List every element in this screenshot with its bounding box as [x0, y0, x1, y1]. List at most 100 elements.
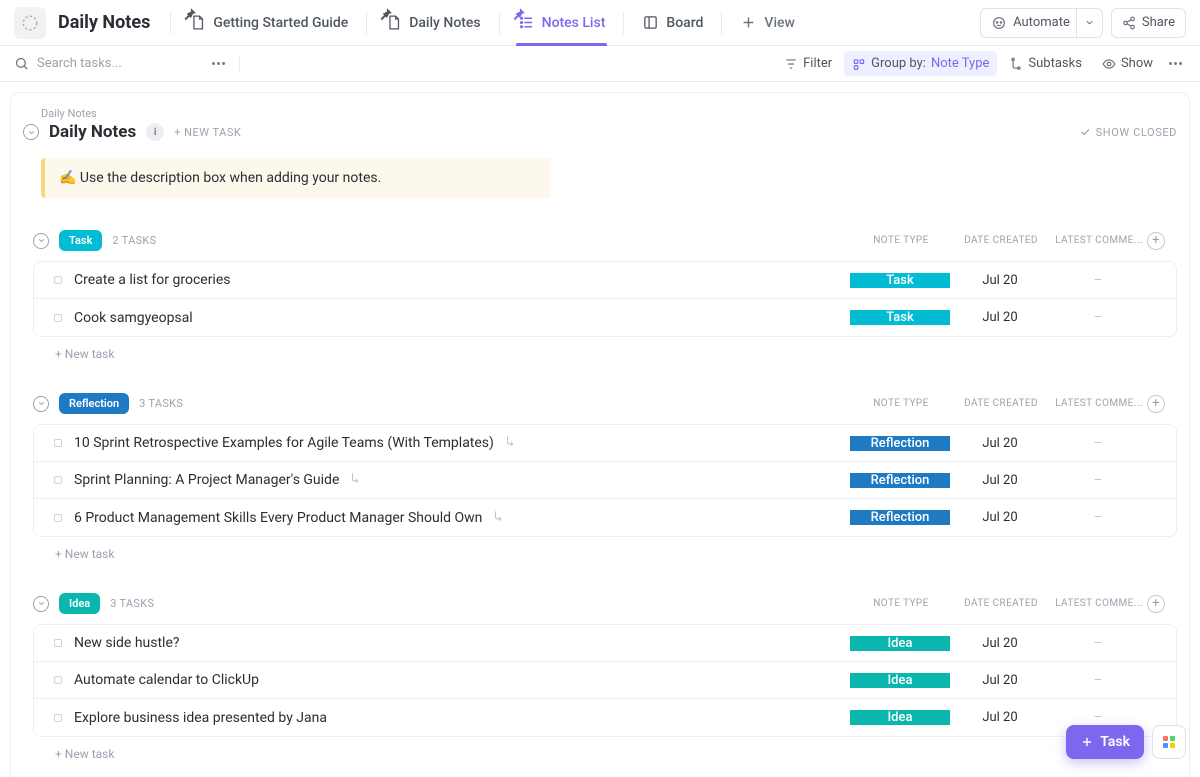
new-task-row-button[interactable]: + New task — [33, 337, 1177, 361]
collapse-group-icon[interactable] — [33, 233, 49, 249]
group-tag-reflection[interactable]: Reflection — [59, 393, 129, 414]
column-header-note-type[interactable]: NOTE TYPE — [851, 598, 951, 609]
task-title: Cook samgyeopsal — [74, 310, 850, 326]
column-header-latest-comment[interactable]: LATEST COMME... — [1051, 235, 1147, 246]
status-icon[interactable] — [54, 476, 62, 484]
board-icon — [642, 14, 659, 31]
workspace-icon[interactable] — [14, 7, 46, 39]
automate-label: Automate — [1013, 15, 1070, 30]
column-header-note-type[interactable]: NOTE TYPE — [851, 235, 951, 246]
date-created-cell: Jul 20 — [950, 310, 1050, 325]
task-title: Automate calendar to ClickUp — [74, 672, 850, 688]
status-icon[interactable] — [54, 639, 62, 647]
task-title: Sprint Planning: A Project Manager's Gui… — [74, 471, 850, 489]
tab-board[interactable]: Board — [630, 0, 715, 46]
column-header-date-created[interactable]: DATE CREATED — [951, 398, 1051, 409]
subtask-icon — [492, 509, 506, 527]
add-view-label: View — [764, 15, 795, 31]
tab-label: Board — [666, 15, 703, 31]
chevron-down-icon[interactable] — [1076, 9, 1102, 37]
note-type-cell[interactable]: Idea — [850, 673, 950, 688]
column-header-latest-comment[interactable]: LATEST COMME... — [1051, 398, 1147, 409]
note-type-cell[interactable]: Idea — [850, 636, 950, 651]
show-closed-button[interactable]: SHOW CLOSED — [1079, 126, 1177, 139]
date-created-cell: Jul 20 — [950, 436, 1050, 451]
new-task-row-button[interactable]: + New task — [33, 737, 1177, 761]
column-header-date-created[interactable]: DATE CREATED — [951, 598, 1051, 609]
latest-comment-cell: – — [1050, 310, 1146, 325]
tab-getting-started-guide[interactable]: Getting Started Guide — [177, 0, 360, 46]
task-row[interactable]: Cook samgyeopsalTaskJul 20– — [34, 299, 1176, 336]
status-icon[interactable] — [54, 714, 62, 722]
column-header-note-type[interactable]: NOTE TYPE — [851, 398, 951, 409]
new-task-header-button[interactable]: + NEW TASK — [174, 126, 241, 139]
tab-label: Notes List — [542, 15, 606, 31]
task-row[interactable]: New side hustle?IdeaJul 20– — [34, 625, 1176, 662]
tab-notes-list[interactable]: Notes List — [506, 0, 618, 46]
note-type-cell[interactable]: Reflection — [850, 436, 950, 451]
search-more-icon[interactable] — [208, 58, 229, 69]
date-created-cell: Jul 20 — [950, 636, 1050, 651]
note-type-cell[interactable]: Reflection — [850, 510, 950, 525]
group-count: 3 TASKS — [110, 597, 154, 610]
search-placeholder: Search tasks... — [37, 56, 122, 71]
tab-label: Daily Notes — [409, 15, 480, 31]
add-column-button[interactable]: + — [1147, 232, 1165, 250]
task-row[interactable]: 10 Sprint Retrospective Examples for Agi… — [34, 425, 1176, 462]
task-row[interactable]: Automate calendar to ClickUpIdeaJul 20– — [34, 662, 1176, 699]
note-type-cell[interactable]: Task — [850, 273, 950, 288]
apps-button[interactable] — [1152, 725, 1186, 759]
note-type-cell[interactable]: Reflection — [850, 473, 950, 488]
task-row[interactable]: Sprint Planning: A Project Manager's Gui… — [34, 462, 1176, 499]
status-icon[interactable] — [54, 276, 62, 284]
note-type-cell[interactable]: Task — [850, 310, 950, 325]
breadcrumb[interactable]: Daily Notes — [41, 107, 1177, 120]
date-created-cell: Jul 20 — [950, 273, 1050, 288]
task-row[interactable]: 6 Product Management Skills Every Produc… — [34, 499, 1176, 536]
column-header-latest-comment[interactable]: LATEST COMME... — [1051, 598, 1147, 609]
group-count: 3 TASKS — [139, 397, 183, 410]
group-by-button[interactable]: Group by: Note Type — [844, 51, 997, 76]
group-count: 2 TASKS — [112, 234, 156, 247]
automate-button[interactable]: Automate — [980, 8, 1103, 38]
date-created-cell: Jul 20 — [950, 473, 1050, 488]
collapse-group-icon[interactable] — [33, 396, 49, 412]
status-icon[interactable] — [54, 676, 62, 684]
toolbar-more-icon[interactable] — [1165, 58, 1186, 69]
tab-label: Getting Started Guide — [213, 15, 348, 31]
info-icon[interactable]: i — [146, 123, 164, 141]
status-icon[interactable] — [54, 514, 62, 522]
add-view-button[interactable]: View — [728, 0, 807, 46]
search-input[interactable]: Search tasks... — [14, 56, 204, 71]
task-row[interactable]: Explore business idea presented by JanaI… — [34, 699, 1176, 736]
collapse-list-icon[interactable] — [23, 124, 39, 140]
task-title: New side hustle? — [74, 635, 850, 651]
latest-comment-cell: – — [1050, 710, 1146, 725]
task-row[interactable]: Create a list for groceriesTaskJul 20– — [34, 262, 1176, 299]
share-label: Share — [1142, 15, 1175, 30]
note-type-cell[interactable]: Idea — [850, 710, 950, 725]
create-task-fab[interactable]: Task — [1066, 725, 1144, 759]
tab-daily-notes[interactable]: Daily Notes — [373, 0, 492, 46]
new-task-row-button[interactable]: + New task — [33, 537, 1177, 561]
task-title: 6 Product Management Skills Every Produc… — [74, 509, 850, 527]
filter-button[interactable]: Filter — [776, 51, 840, 76]
show-button[interactable]: Show — [1094, 51, 1161, 76]
status-icon[interactable] — [54, 314, 62, 322]
date-created-cell: Jul 20 — [950, 673, 1050, 688]
date-created-cell: Jul 20 — [950, 710, 1050, 725]
share-button[interactable]: Share — [1111, 8, 1186, 38]
latest-comment-cell: – — [1050, 273, 1146, 288]
task-title: Explore business idea presented by Jana — [74, 710, 850, 726]
column-header-date-created[interactable]: DATE CREATED — [951, 235, 1051, 246]
status-icon[interactable] — [54, 439, 62, 447]
group-tag-idea[interactable]: Idea — [59, 593, 100, 614]
description-callout: ✍️ Use the description box when adding y… — [41, 158, 551, 198]
add-column-button[interactable]: + — [1147, 395, 1165, 413]
date-created-cell: Jul 20 — [950, 510, 1050, 525]
group-tag-task[interactable]: Task — [59, 230, 102, 251]
subtasks-button[interactable]: Subtasks — [1001, 51, 1090, 76]
collapse-group-icon[interactable] — [33, 596, 49, 612]
latest-comment-cell: – — [1050, 636, 1146, 651]
add-column-button[interactable]: + — [1147, 595, 1165, 613]
